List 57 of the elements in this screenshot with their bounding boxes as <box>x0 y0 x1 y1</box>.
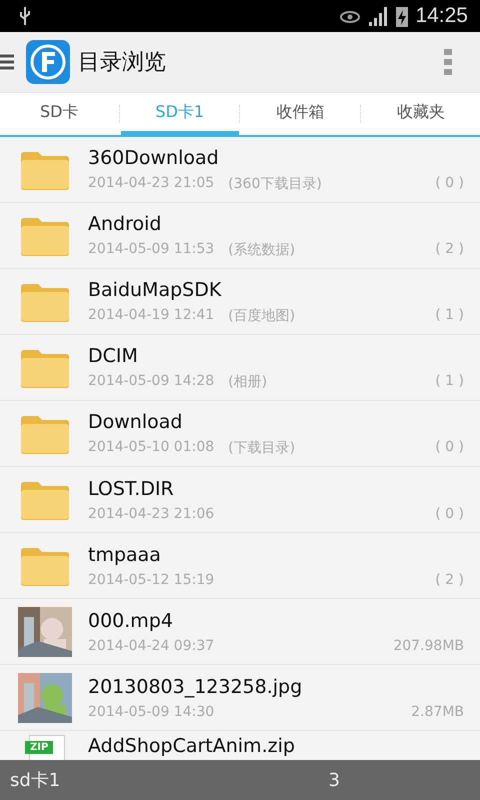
file-row[interactable]: 20130803_123258.jpg 2014-05-09 14:30 2.87MB <box>0 665 480 731</box>
folder-note: (系统数据) <box>228 240 296 258</box>
folder-note: (360下载目录) <box>228 174 322 192</box>
item-count: ( 1 ) <box>435 306 464 324</box>
file-row[interactable]: DCIM 2014-05-09 14:28 (相册) ( 1 ) <box>0 335 480 401</box>
modified-date: 2014-04-24 09:37 <box>88 638 214 654</box>
item-count: ( 0 ) <box>435 174 464 192</box>
file-row[interactable]: BaiduMapSDK 2014-04-19 12:41 (百度地图) ( 1 ) <box>0 269 480 335</box>
tab[interactable]: 收藏夹 <box>362 93 480 135</box>
tab[interactable]: 收件箱 <box>241 93 360 135</box>
signal-icon <box>367 6 390 26</box>
item-count: ( 1 ) <box>435 372 464 390</box>
file-name: 000.mp4 <box>88 610 174 632</box>
file-name: DCIM <box>88 344 139 366</box>
modified-date: 2014-05-10 01:08 <box>88 438 214 456</box>
storage-info: 3 <box>328 770 340 790</box>
folder-note: (百度地图) <box>228 306 296 324</box>
modified-date: 2014-04-19 12:41 <box>88 306 214 324</box>
item-count: ( 0 ) <box>435 506 464 522</box>
file-row[interactable]: 360Download 2014-04-23 21:05 (360下载目录) ( 0 ) <box>0 137 480 203</box>
usb-icon <box>18 6 32 26</box>
modified-date: 2014-05-12 15:19 <box>88 572 214 588</box>
modified-date: 2014-05-09 14:30 <box>88 704 214 720</box>
file-size: 2.87MB <box>411 704 464 720</box>
file-row[interactable]: Android 2014-05-09 11:53 (系统数据) ( 2 ) <box>0 203 480 269</box>
file-row[interactable]: LOST.DIR 2014-04-23 21:06 ( 0 ) <box>0 467 480 533</box>
file-row[interactable]: 000.mp4 2014-04-24 09:37 207.98MB <box>0 599 480 665</box>
modified-date: 2014-05-09 11:53 <box>88 240 214 258</box>
item-count: ( 2 ) <box>435 572 464 588</box>
file-name: 20130803_123258.jpg <box>88 676 304 698</box>
file-name: Download <box>88 410 184 432</box>
modified-date: 2014-04-23 21:05 <box>88 174 214 192</box>
modified-date: 2014-04-23 21:06 <box>88 506 214 522</box>
file-name: tmpaaa <box>88 544 162 566</box>
clock: 14:25 <box>415 4 468 28</box>
file-name: LOST.DIR <box>88 478 175 500</box>
battery-icon <box>395 5 410 27</box>
file-size: 207.98MB <box>393 638 464 654</box>
file-name: AddShopCartAnim.zip <box>88 735 296 757</box>
eye-icon <box>339 9 362 23</box>
file-row[interactable]: tmpaaa 2014-05-12 15:19 ( 2 ) <box>0 533 480 599</box>
menu-icon[interactable] <box>0 54 14 70</box>
folder-note: (下载目录) <box>228 438 296 456</box>
modified-date: 2014-05-09 14:28 <box>88 372 214 390</box>
folder-note: (相册) <box>228 372 268 390</box>
file-name: BaiduMapSDK <box>88 278 222 300</box>
file-name: 360Download <box>88 146 220 168</box>
overflow-menu-icon[interactable] <box>444 49 452 75</box>
item-count: ( 0 ) <box>435 438 464 456</box>
file-row[interactable]: Download 2014-05-10 01:08 (下载目录) ( 0 ) <box>0 401 480 467</box>
current-location: sd卡1 <box>10 769 60 792</box>
file-name: Android <box>88 212 162 234</box>
screen-title: 目录浏览 <box>78 49 167 77</box>
zip-badge: ZIP <box>25 741 54 754</box>
app-logo-icon[interactable] <box>26 40 70 84</box>
tab[interactable]: SD卡 <box>0 93 118 135</box>
item-count: ( 2 ) <box>435 240 464 258</box>
